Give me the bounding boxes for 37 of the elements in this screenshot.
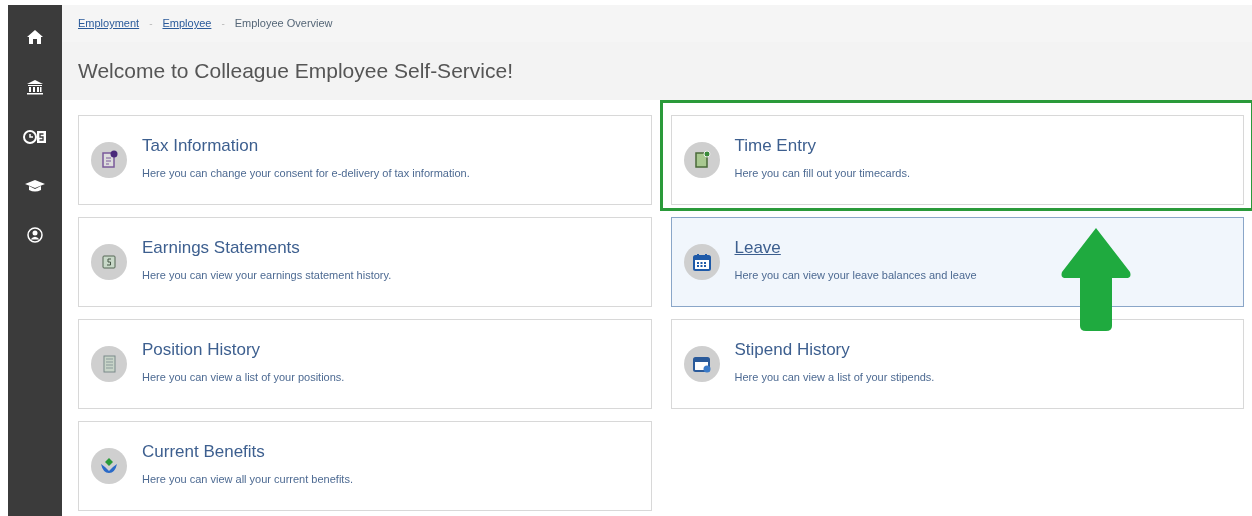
clock-dollar-icon[interactable]	[21, 127, 49, 147]
card-title[interactable]: Stipend History	[734, 337, 850, 363]
card-description: Here you can fill out your timecards.	[734, 165, 910, 181]
calendar-icon	[683, 346, 720, 382]
hands-leaf-icon	[91, 448, 127, 484]
calendar-icon	[683, 244, 720, 280]
list-document-icon	[91, 346, 127, 382]
overview-card[interactable]: Tax Information Here you can change your consent for e-delivery of tax information.	[78, 115, 652, 205]
card-title[interactable]: Position History	[142, 337, 261, 363]
card-title[interactable]: Leave	[734, 235, 781, 261]
breadcrumb-current: Employee Overview	[234, 16, 333, 32]
card-title[interactable]: Time Entry	[734, 133, 817, 159]
overview-card[interactable]: Current Benefits Here you can view all your current benefits.	[78, 421, 652, 511]
breadcrumb-link[interactable]: Employee	[162, 15, 212, 32]
document-badge-icon	[91, 142, 127, 178]
user-icon[interactable]	[25, 225, 45, 245]
overview-card[interactable]: Earnings Statements Here you can view your earnings statement history.	[78, 217, 652, 307]
breadcrumb-separator: -	[221, 17, 225, 31]
bank-icon[interactable]	[24, 77, 46, 97]
card-title[interactable]: Current Benefits	[142, 439, 265, 465]
breadcrumb-link[interactable]: Employment	[78, 15, 140, 32]
card-title[interactable]: Earnings Statements	[142, 235, 300, 261]
overview-card[interactable]: Position History Here you can view a list of your positions.	[78, 319, 652, 409]
dollar-bill-icon	[91, 244, 127, 280]
card-description: Here you can view a list of your positions.	[142, 369, 345, 385]
card-description: Here you can view your leave balances and leave	[734, 267, 977, 283]
breadcrumb-separator: -	[149, 17, 153, 31]
overview-card[interactable]: Leave Here you can view your leave balances and leave	[670, 217, 1244, 307]
page-title: Welcome to Colleague Employee Self-Service!	[78, 58, 513, 85]
card-description: Here you can view your earnings statement history.	[142, 267, 392, 283]
card-description: Here you can view a list of your stipends.	[734, 369, 935, 385]
card-description: Here you can change your consent for e-delivery of tax information.	[142, 165, 470, 181]
card-description: Here you can view all your current benefits.	[142, 471, 353, 487]
overview-card[interactable]: Stipend History Here you can view a list of your stipends.	[670, 319, 1244, 409]
overview-card[interactable]: Time Entry Here you can fill out your timecards.	[670, 115, 1244, 205]
card-title[interactable]: Tax Information	[142, 133, 259, 159]
document-badge-icon	[683, 142, 720, 178]
